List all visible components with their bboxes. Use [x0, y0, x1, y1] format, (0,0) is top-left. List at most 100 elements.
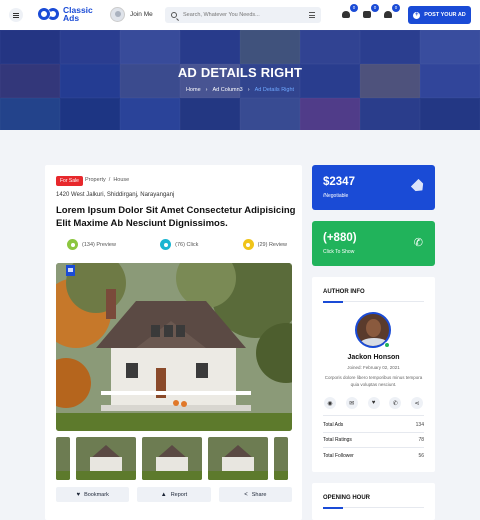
- click-count: (76): [175, 241, 185, 248]
- opening-hour-title: OPENING HOUR: [323, 495, 371, 501]
- price-note: /Negotiable: [323, 193, 349, 199]
- section-divider: [323, 300, 424, 303]
- thumbnail-strip: [56, 437, 292, 480]
- heart-icon[interactable]: 0: [342, 4, 358, 19]
- listing-card: For Sale Property / House 1420 West Jalkur…: [45, 165, 302, 520]
- listing-stats: (134) Preview (76) Click (29) Review: [67, 239, 287, 250]
- click-to-show-label[interactable]: Click To Show: [323, 249, 354, 255]
- stat-label: Total Ratings: [323, 437, 352, 443]
- search-icon[interactable]: [171, 12, 177, 18]
- logo-mark-icon: [38, 7, 60, 21]
- logo[interactable]: Classic Ads: [38, 6, 93, 22]
- thumbnail[interactable]: [142, 437, 202, 480]
- bookmark-icon: ♥: [76, 491, 81, 498]
- click-label: Click: [186, 241, 199, 248]
- review-label: Review: [268, 241, 287, 248]
- search-bar: [165, 7, 321, 23]
- click-stat: (76) Click: [160, 239, 198, 250]
- section-divider: [323, 506, 424, 509]
- share-label: Share: [251, 491, 267, 498]
- review-count: (29): [257, 241, 268, 248]
- listing-address: 1420 West Jalkuri, Shiddirganj, Narayang…: [56, 192, 175, 198]
- eye-icon: [67, 239, 78, 250]
- hamburger-icon: [13, 14, 19, 16]
- main-photo[interactable]: [56, 263, 292, 431]
- author-description: Corporis dolore libero temporibus minus …: [324, 375, 423, 387]
- preview-count: (134): [82, 241, 95, 248]
- breadcrumb-current: Ad Details Right: [254, 87, 295, 93]
- warning-icon: ▲: [160, 491, 167, 498]
- stat-value: 56: [418, 453, 424, 459]
- author-social-links: ◉ ✉ ♥ ✆ ⋖: [324, 397, 423, 409]
- search-input[interactable]: [183, 12, 303, 18]
- share-icon[interactable]: ⋖: [411, 397, 423, 409]
- author-joined-date: Joined: February 02, 2021: [347, 365, 400, 370]
- breadcrumb-ad-column-link[interactable]: Ad Column3: [212, 87, 242, 93]
- report-label: Report: [170, 491, 188, 498]
- house-photo-illustration: [56, 263, 292, 431]
- stat-label: Total Follower: [323, 453, 354, 459]
- logo-text: Classic Ads: [63, 6, 93, 23]
- price-card: $2347 /Negotiable: [312, 165, 435, 210]
- eye-icon[interactable]: ◉: [324, 397, 336, 409]
- post-your-ad-button[interactable]: + POST YOUR AD: [408, 6, 471, 24]
- divider: [323, 432, 424, 433]
- join-me-label: Join Me: [130, 11, 153, 18]
- divider: [323, 415, 424, 416]
- bookmark-label: Bookmark: [84, 491, 109, 498]
- thumbnail[interactable]: [56, 437, 70, 480]
- bell-icon[interactable]: 0: [384, 4, 400, 19]
- total-follower-row: Total Follower 56: [323, 453, 424, 459]
- phone-icon[interactable]: ✆: [389, 397, 402, 409]
- hero-overlay: [0, 30, 480, 130]
- category-path: Property / House: [85, 177, 130, 183]
- share-button[interactable]: < Share: [218, 487, 292, 502]
- post-your-ad-label: POST YOUR AD: [424, 12, 466, 18]
- author-section-title: AUTHOR INFO: [323, 289, 365, 295]
- opening-hour-card: OPENING HOUR: [312, 483, 435, 520]
- author-name[interactable]: Jackon Honson: [312, 354, 435, 361]
- subcategory-link[interactable]: House: [113, 177, 129, 183]
- message-icon[interactable]: 0: [363, 4, 379, 19]
- join-me-link[interactable]: Join Me: [110, 7, 153, 22]
- message-count-badge: 0: [371, 4, 379, 12]
- logo-text-line-2: Ads: [63, 13, 80, 23]
- stat-value: 78: [418, 437, 424, 443]
- listing-title: Lorem Ipsum Dolor Sit Amet Consectetur A…: [56, 205, 296, 229]
- top-header: Classic Ads Join Me 0 0 0 +POST YOUR AD: [0, 0, 480, 30]
- stat-value: 134: [415, 422, 424, 428]
- thumbnail[interactable]: [274, 437, 288, 480]
- stat-label: Total Ads: [323, 422, 344, 428]
- breadcrumb: Home › Ad Column3 › Ad Details Right: [185, 87, 295, 93]
- notification-count-badge: 0: [392, 4, 400, 12]
- total-ratings-row: Total Ratings 78: [323, 437, 424, 443]
- listing-actions: ♥ Bookmark ▲ Report < Share: [56, 487, 292, 502]
- review-stat: (29) Review: [242, 239, 287, 250]
- hero-banner: AD DETAILS RIGHT Home › Ad Column3 › Ad Deta…: [0, 30, 480, 130]
- wishlist-count-badge: 0: [350, 4, 358, 12]
- price-tag-icon: [411, 179, 427, 195]
- thumbnail[interactable]: [76, 437, 136, 480]
- category-link[interactable]: Property: [85, 177, 106, 183]
- preview-label: Preview: [96, 241, 116, 248]
- breadcrumb-home-link[interactable]: Home: [186, 87, 201, 93]
- heart-icon[interactable]: ♥: [367, 397, 380, 409]
- phone-icon: ✆: [413, 237, 423, 249]
- plus-icon: +: [413, 11, 421, 19]
- share-icon: <: [244, 491, 248, 498]
- star-icon: [242, 239, 254, 250]
- contact-phone-card[interactable]: (+880) Click To Show ✆: [312, 221, 435, 266]
- author-info-card: AUTHOR INFO Jackon Honson Joined: Februa…: [312, 277, 435, 472]
- thumbnail[interactable]: [208, 437, 268, 480]
- filter-icon[interactable]: [309, 12, 315, 18]
- bookmark-button[interactable]: ♥ Bookmark: [56, 487, 130, 502]
- bookmark-ribbon-icon[interactable]: [66, 265, 75, 276]
- total-ads-row: Total Ads 134: [323, 422, 424, 428]
- price-amount: $2347: [323, 176, 355, 188]
- menu-toggle-button[interactable]: [9, 8, 23, 22]
- preview-stat: (134) Preview: [67, 239, 116, 250]
- click-icon: [160, 239, 172, 250]
- envelope-icon[interactable]: ✉: [345, 397, 358, 409]
- phone-number: (+880): [323, 232, 357, 244]
- report-button[interactable]: ▲ Report: [137, 487, 211, 502]
